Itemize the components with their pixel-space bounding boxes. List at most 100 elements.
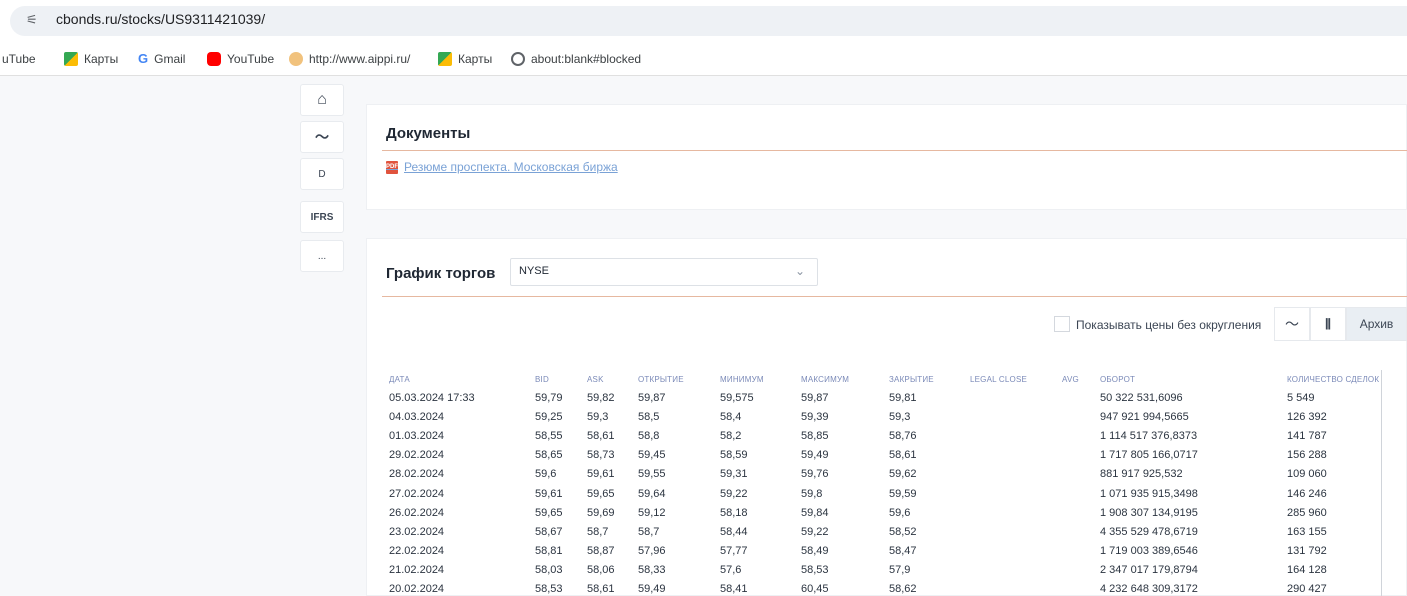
cell-min: 57,6 bbox=[720, 563, 742, 576]
cell-date: 04.03.2024 bbox=[389, 411, 445, 424]
url-text[interactable]: cbonds.ru/stocks/US9311421039/ bbox=[56, 11, 265, 27]
cell-turnover: 4 355 529 478,6719 bbox=[1100, 525, 1198, 538]
documents-card bbox=[366, 104, 1407, 210]
cell-min: 59,31 bbox=[720, 468, 748, 481]
cell-min: 58,59 bbox=[720, 449, 748, 462]
cell-bid: 58,81 bbox=[535, 544, 563, 557]
cell-deals: 109 060 bbox=[1287, 468, 1327, 481]
bookmark-youtube-partial[interactable]: uTube bbox=[2, 52, 36, 66]
candles-chart-button[interactable]: ⫼ bbox=[1310, 307, 1346, 341]
col-header-min[interactable]: МИНИМУМ bbox=[720, 375, 764, 384]
col-header-max[interactable]: МАКСИМУМ bbox=[801, 375, 849, 384]
cell-close: 58,52 bbox=[889, 525, 917, 538]
cell-max: 59,84 bbox=[801, 506, 829, 519]
cell-open: 57,96 bbox=[638, 544, 666, 557]
raw-prices-label[interactable]: Показывать цены без округления bbox=[1076, 318, 1261, 332]
nav-ifrs-button[interactable]: IFRS bbox=[300, 201, 344, 233]
cell-open: 58,7 bbox=[638, 525, 660, 538]
cell-min: 59,22 bbox=[720, 487, 748, 500]
address-bar: ⚟ cbonds.ru/stocks/US9311421039/ bbox=[0, 0, 1407, 42]
cell-turnover: 1 071 935 915,3498 bbox=[1100, 487, 1198, 500]
documents-divider bbox=[382, 150, 1407, 151]
cell-bid: 59,79 bbox=[535, 392, 563, 404]
cell-bid: 59,65 bbox=[535, 506, 563, 519]
cell-turnover: 947 921 994,5665 bbox=[1100, 411, 1189, 424]
cell-date: 29.02.2024 bbox=[389, 449, 445, 462]
cell-close: 57,9 bbox=[889, 563, 911, 576]
trading-card bbox=[366, 238, 1407, 596]
cell-date: 22.02.2024 bbox=[389, 544, 445, 557]
col-header-legal-close[interactable]: LEGAL CLOSE bbox=[970, 375, 1027, 384]
bookmarks-bar: uTube Карты G Gmail YouTube http://www.ai… bbox=[0, 42, 1407, 76]
col-header-close[interactable]: ЗАКРЫТИЕ bbox=[889, 375, 934, 384]
nav-ifrs-label: IFRS bbox=[310, 211, 334, 223]
cell-date: 05.03.2024 17:33 bbox=[389, 392, 475, 404]
cell-max: 58,85 bbox=[801, 430, 829, 443]
archive-button[interactable]: Архив bbox=[1346, 307, 1407, 341]
globe-icon bbox=[511, 52, 525, 66]
cell-close: 59,59 bbox=[889, 487, 917, 500]
cell-ask: 58,06 bbox=[587, 563, 615, 576]
bookmark-youtube[interactable]: YouTube bbox=[207, 52, 274, 66]
col-header-date[interactable]: ДАТА bbox=[389, 375, 410, 384]
chevron-down-icon: ⌄ bbox=[794, 264, 805, 278]
cell-turnover: 1 114 517 376,8373 bbox=[1100, 430, 1198, 443]
col-header-bid[interactable]: BID bbox=[535, 375, 549, 384]
cell-turnover: 1 717 805 166,0717 bbox=[1100, 449, 1198, 462]
cell-close: 58,76 bbox=[889, 430, 917, 443]
cell-close: 58,47 bbox=[889, 544, 917, 557]
cell-deals: 164 128 bbox=[1287, 563, 1327, 576]
bookmark-maps-1[interactable]: Карты bbox=[64, 52, 118, 66]
cell-turnover: 2 347 017 179,8794 bbox=[1100, 563, 1198, 576]
cell-bid: 58,53 bbox=[535, 583, 563, 595]
bookmark-about-blank[interactable]: about:blank#blocked bbox=[511, 52, 641, 66]
cell-ask: 58,7 bbox=[587, 525, 609, 538]
cell-ask: 59,69 bbox=[587, 506, 615, 519]
line-chart-button[interactable]: 〜 bbox=[1274, 307, 1310, 341]
col-header-deals[interactable]: КОЛИЧЕСТВО СДЕЛОК bbox=[1287, 375, 1379, 384]
cell-max: 60,45 bbox=[801, 583, 829, 595]
col-header-ask[interactable]: ASK bbox=[587, 375, 604, 384]
cell-deals: 126 392 bbox=[1287, 411, 1327, 424]
table-scroll-edge bbox=[1381, 370, 1382, 596]
bookmark-aippi[interactable]: http://www.aippi.ru/ bbox=[289, 52, 410, 66]
cell-max: 59,87 bbox=[801, 392, 829, 404]
cell-ask: 58,73 bbox=[587, 449, 615, 462]
cell-close: 59,81 bbox=[889, 392, 917, 404]
bookmark-gmail[interactable]: G Gmail bbox=[138, 52, 185, 67]
cell-open: 58,5 bbox=[638, 411, 660, 424]
archive-button-label: Архив bbox=[1359, 317, 1394, 331]
cell-deals: 156 288 bbox=[1287, 449, 1327, 462]
col-header-turnover[interactable]: ОБОРОТ bbox=[1100, 375, 1135, 384]
prospectus-link-label[interactable]: Резюме проспекта. Московская биржа bbox=[404, 160, 618, 174]
cell-turnover: 1 908 307 134,9195 bbox=[1100, 506, 1198, 519]
nav-more-button[interactable]: ... bbox=[300, 240, 344, 272]
nav-home-button[interactable]: ⌂ bbox=[300, 84, 344, 116]
cell-max: 59,49 bbox=[801, 449, 829, 462]
col-header-avg[interactable]: AVG bbox=[1062, 375, 1079, 384]
youtube-icon bbox=[207, 52, 221, 66]
trading-divider bbox=[382, 296, 1407, 297]
maps-icon bbox=[438, 52, 452, 66]
cell-min: 58,44 bbox=[720, 525, 748, 538]
cell-open: 59,49 bbox=[638, 583, 666, 595]
documents-title: Документы bbox=[386, 125, 471, 142]
cell-close: 58,61 bbox=[889, 449, 917, 462]
raw-prices-checkbox[interactable] bbox=[1054, 316, 1070, 332]
cell-date: 26.02.2024 bbox=[389, 506, 445, 519]
site-settings-icon[interactable]: ⚟ bbox=[26, 12, 42, 28]
cell-min: 58,18 bbox=[720, 506, 748, 519]
cell-min: 59,575 bbox=[720, 392, 754, 404]
bookmark-maps-2[interactable]: Карты bbox=[438, 52, 492, 66]
nav-chart-button[interactable]: 〜 bbox=[300, 121, 344, 153]
cell-date: 28.02.2024 bbox=[389, 468, 445, 481]
col-header-open[interactable]: ОТКРЫТИЕ bbox=[638, 375, 684, 384]
nav-d-label: D bbox=[318, 168, 326, 180]
prospectus-link[interactable]: PDF Резюме проспекта. Московская биржа bbox=[386, 160, 618, 174]
nav-d-button[interactable]: D bbox=[300, 158, 344, 190]
exchange-select[interactable]: NYSE ⌄ bbox=[510, 258, 818, 286]
cell-ask: 59,82 bbox=[587, 392, 615, 404]
line-chart-icon: 〜 bbox=[1285, 316, 1299, 332]
cell-close: 58,62 bbox=[889, 583, 917, 595]
cell-max: 59,8 bbox=[801, 487, 823, 500]
